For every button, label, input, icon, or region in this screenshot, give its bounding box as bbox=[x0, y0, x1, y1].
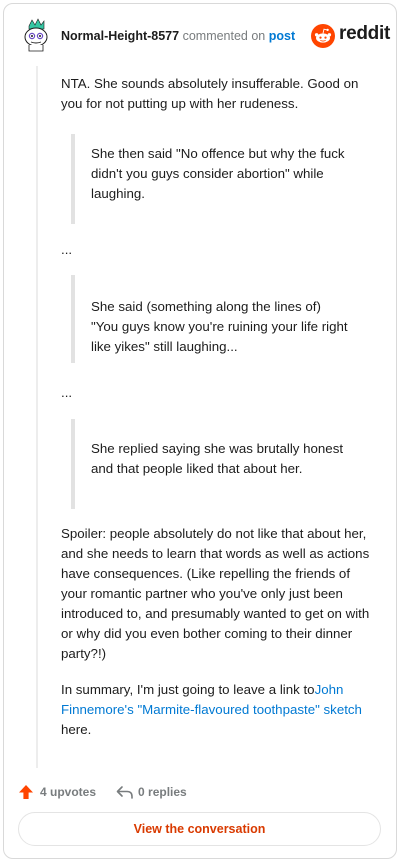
reddit-logo[interactable]: reddit bbox=[311, 21, 391, 51]
upvote-arrow-icon[interactable] bbox=[18, 784, 34, 800]
comment-paragraph: NTA. She sounds absolutely insufferable.… bbox=[61, 76, 359, 111]
quote-text: She said (something along the lines of) … bbox=[91, 299, 348, 354]
summary-tail: here. bbox=[61, 722, 92, 737]
comment-actions: 4 upvotes 0 replies bbox=[18, 782, 187, 802]
action-text: commented on bbox=[182, 29, 266, 43]
reddit-wordmark: reddit bbox=[339, 23, 390, 44]
comment-card: Normal-Height-8577 commented on post red… bbox=[3, 3, 397, 859]
comment-header: Normal-Height-8577 commented on post red… bbox=[4, 4, 396, 62]
thread-line[interactable] bbox=[36, 66, 38, 768]
reply-count: 0 replies bbox=[138, 785, 187, 799]
reddit-logo-icon bbox=[311, 24, 335, 48]
avatar[interactable] bbox=[21, 18, 51, 52]
comment-paragraph: In summary, I'm just going to leave a li… bbox=[61, 680, 379, 740]
blockquote: She said (something along the lines of) … bbox=[71, 275, 351, 363]
upvote-count: 4 upvotes bbox=[40, 785, 97, 799]
comment-paragraph: Spoiler: people absolutely do not like t… bbox=[61, 526, 370, 661]
view-conversation-button[interactable]: View the conversation bbox=[18, 812, 381, 846]
quote-text: She then said "No offence but why the fu… bbox=[91, 146, 345, 201]
ellipsis: ... bbox=[61, 242, 73, 257]
summary-text: In summary, I'm just going to leave a li… bbox=[61, 682, 315, 697]
comment-meta: Normal-Height-8577 commented on post bbox=[61, 29, 295, 43]
blockquote: She then said "No offence but why the fu… bbox=[71, 134, 351, 224]
quote-text: She replied saying she was brutally hone… bbox=[91, 441, 344, 476]
username-link[interactable]: Normal-Height-8577 bbox=[61, 29, 179, 43]
post-link[interactable]: post bbox=[269, 29, 295, 43]
ellipsis: ... bbox=[61, 385, 73, 400]
blockquote: She replied saying she was brutally hone… bbox=[71, 419, 351, 509]
reply-arrow-icon[interactable] bbox=[116, 785, 134, 799]
